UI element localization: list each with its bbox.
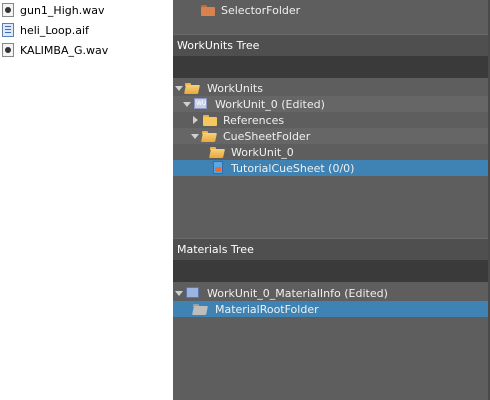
materials-search-input[interactable] [173, 260, 488, 282]
file-item[interactable]: KALIMBA_G.wav [2, 41, 108, 59]
tree-item-workunits[interactable]: WorkUnits [173, 80, 488, 96]
file-name: gun1_High.wav [20, 3, 105, 17]
expand-arrow-icon[interactable] [175, 291, 183, 296]
open-folder-icon [210, 147, 224, 158]
tree-item-selector-folder[interactable]: SelectorFolder [173, 2, 488, 18]
file-item[interactable]: gun1_High.wav [2, 1, 104, 19]
open-folder-icon [202, 131, 216, 142]
tree-item-label: WorkUnit_0 [231, 145, 294, 159]
tree-item-label: References [223, 113, 285, 127]
tree-item-label: CueSheetFolder [223, 129, 311, 143]
tree-item-label: SelectorFolder [221, 3, 301, 17]
tree-item-label: WorkUnits [207, 81, 263, 95]
expand-arrow-icon[interactable] [175, 86, 183, 91]
wav-file-icon [2, 43, 14, 57]
tree-item-workunit-0-sub[interactable]: WorkUnit_0 [173, 144, 488, 160]
file-list-pane: gun1_High.wav heli_Loop.aif KALIMBA_G.wa… [0, 0, 173, 400]
file-item[interactable]: heli_Loop.aif [2, 21, 89, 39]
materials-tree-header: Materials Tree [173, 238, 488, 260]
cuesheet-icon [213, 161, 223, 174]
open-folder-icon [185, 83, 199, 94]
expand-arrow-icon[interactable] [183, 102, 191, 107]
workunit-icon [194, 98, 207, 109]
expand-arrow-icon[interactable] [191, 134, 199, 139]
workunits-tree-header: WorkUnits Tree [173, 34, 488, 56]
panel-title: Materials Tree [177, 243, 254, 256]
tree-item-workunit-0[interactable]: WorkUnit_0 (Edited) [173, 96, 488, 112]
file-name: KALIMBA_G.wav [20, 43, 109, 57]
tree-item-label: MaterialRootFolder [215, 302, 319, 316]
wav-file-icon [2, 3, 14, 17]
tree-pane: SelectorFolder WorkUnits Tree WorkUnits … [173, 0, 490, 400]
aif-file-icon [2, 23, 14, 37]
tree-item-references[interactable]: References [173, 112, 488, 128]
collapse-arrow-icon[interactable] [193, 116, 198, 124]
tree-item-label: WorkUnit_0_MaterialInfo (Edited) [207, 286, 388, 300]
material-info-icon [186, 287, 199, 298]
tree-item-label: TutorialCueSheet (0/0) [231, 161, 355, 175]
tree-item-cuesheet-folder[interactable]: CueSheetFolder [173, 128, 488, 144]
tree-item-label: WorkUnit_0 (Edited) [215, 97, 325, 111]
panel-title: WorkUnits Tree [177, 39, 260, 52]
folder-icon [193, 304, 207, 315]
workunits-search-input[interactable] [173, 56, 488, 78]
tree-item-material-info[interactable]: WorkUnit_0_MaterialInfo (Edited) [173, 285, 488, 301]
file-name: heli_Loop.aif [20, 23, 89, 37]
folder-icon [203, 115, 217, 126]
tree-item-tutorial-cuesheet[interactable]: TutorialCueSheet (0/0) [173, 160, 488, 176]
tree-item-material-root-folder[interactable]: MaterialRootFolder [173, 301, 488, 317]
folder-icon [201, 5, 215, 16]
